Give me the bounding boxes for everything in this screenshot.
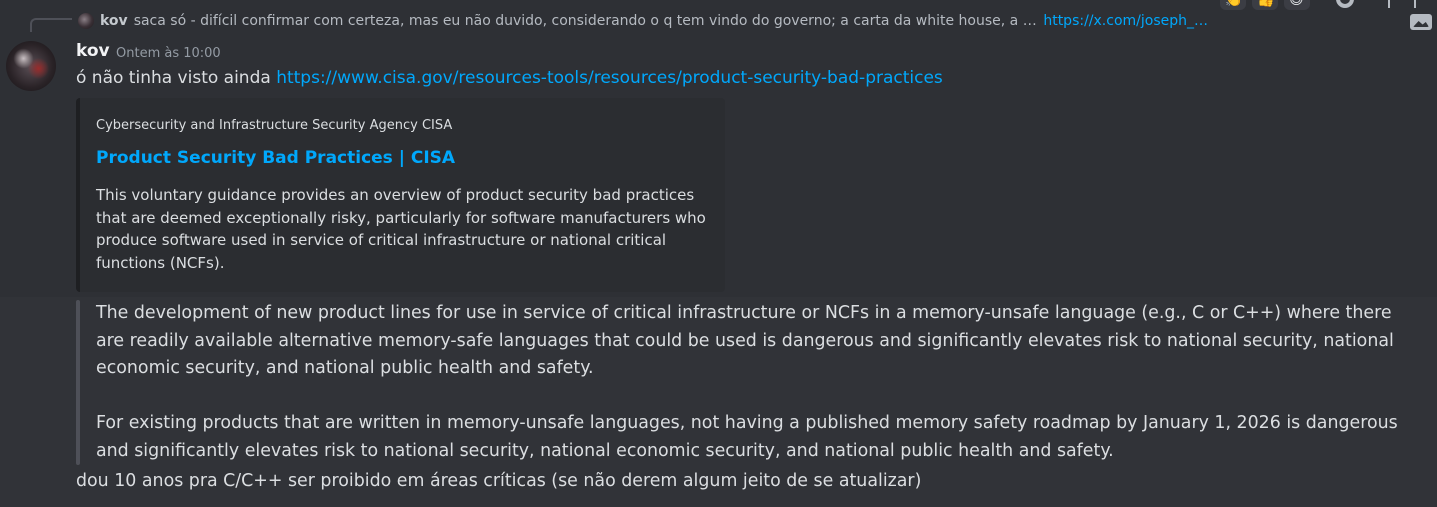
reaction-bar: 👏 👍 😅 — [1220, 0, 1310, 10]
add-reaction-icon[interactable] — [1334, 0, 1356, 10]
embed-provider: Cybersecurity and Infrastructure Securit… — [96, 118, 453, 133]
blockquote-paragraph-1: The development of new product lines for… — [96, 303, 1394, 378]
link-embed: Cybersecurity and Infrastructure Securit… — [76, 98, 725, 292]
blockquote-bar — [76, 300, 80, 465]
reply-spine — [30, 18, 72, 32]
message-timestamp: Ontem às 10:00 — [116, 46, 221, 61]
embed-description: This voluntary guidance provides an over… — [96, 186, 706, 272]
message-toolbar — [1334, 0, 1416, 10]
message-line-last: dou 10 anos pra C/C++ ser proibido em ár… — [76, 471, 922, 491]
reply-preview[interactable]: kov saca só - difícil confirmar com cert… — [78, 10, 1208, 32]
reaction-laughing[interactable]: 😅 — [1284, 0, 1310, 10]
cisa-link[interactable]: https://www.cisa.gov/resources-tools/res… — [276, 68, 943, 88]
reply-link[interactable]: https://x.com/joseph_… — [1043, 13, 1208, 29]
image-icon[interactable] — [1410, 14, 1432, 30]
more-icon[interactable] — [1382, 0, 1416, 10]
message-author[interactable]: kov — [76, 41, 110, 61]
reaction-thumbs-up[interactable]: 👍 — [1252, 0, 1278, 10]
thumbs-up-emoji-icon: 👍 — [1257, 0, 1275, 8]
reply-avatar — [78, 13, 94, 29]
laughing-emoji-icon: 😅 — [1289, 0, 1304, 8]
reply-text[interactable]: saca só - difícil confirmar com certeza,… — [134, 13, 1038, 29]
avatar[interactable] — [6, 41, 56, 91]
message-text: ó não tinha visto ainda — [76, 68, 277, 88]
reaction-clap[interactable]: 👏 — [1220, 0, 1246, 10]
blockquote-paragraph-2: For existing products that are written i… — [96, 413, 1398, 461]
reply-author[interactable]: kov — [100, 13, 128, 29]
embed-title[interactable]: Product Security Bad Practices | CISA — [96, 148, 455, 168]
message-line-1: ó não tinha visto ainda https://www.cisa… — [76, 68, 943, 88]
clap-emoji-icon: 👏 — [1225, 0, 1243, 8]
